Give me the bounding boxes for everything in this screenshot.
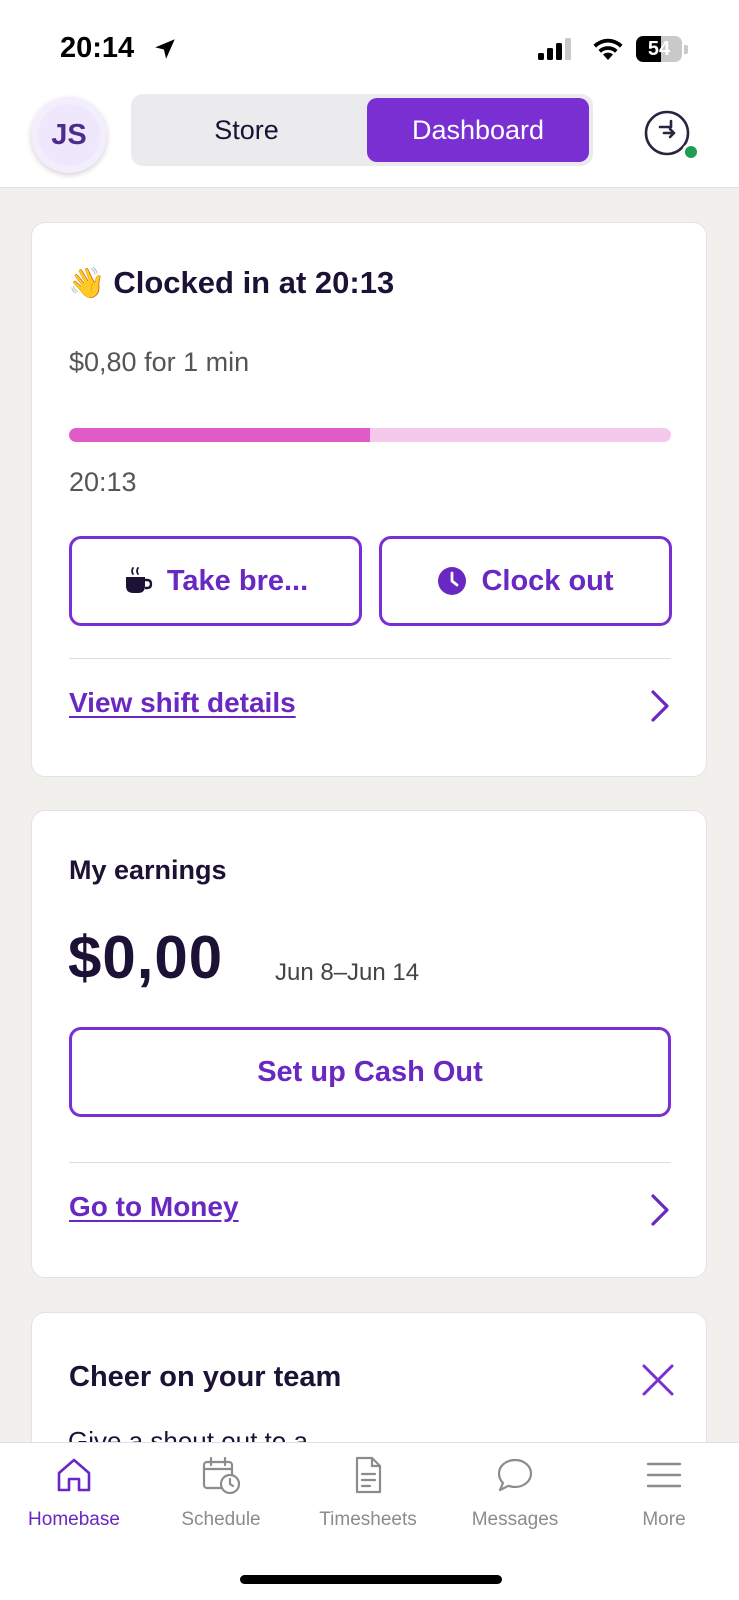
menu-icon: [646, 1462, 682, 1488]
header: 20:14 54 JS Store Dashboard: [0, 0, 739, 188]
battery-indicator: 54: [636, 36, 688, 62]
store-dashboard-switch: Store Dashboard: [131, 94, 593, 166]
nav-schedule-label: Schedule: [181, 1509, 261, 1530]
nav-messages[interactable]: Messages: [445, 1455, 585, 1545]
nav-timesheets[interactable]: Timesheets: [298, 1455, 438, 1545]
avatar[interactable]: JS: [31, 97, 107, 173]
set-up-cash-out-button[interactable]: Set up Cash Out: [69, 1027, 671, 1117]
home-icon: [57, 1458, 91, 1492]
location-arrow-icon: [155, 39, 175, 59]
home-indicator[interactable]: [240, 1575, 502, 1584]
online-status-dot: [682, 143, 700, 161]
take-break-button[interactable]: Take bre...: [69, 536, 362, 626]
clock-icon: [438, 567, 467, 595]
set-up-cash-out-label: Set up Cash Out: [257, 1055, 483, 1088]
cheer-title: Cheer on your team: [69, 1361, 342, 1393]
chat-bubble-icon: [497, 1458, 533, 1492]
document-icon: [355, 1456, 382, 1494]
earnings-date-range: Jun 8–Jun 14: [275, 959, 420, 986]
view-shift-details-row[interactable]: View shift details: [69, 687, 671, 727]
nav-more-label: More: [642, 1509, 686, 1530]
close-icon[interactable]: [641, 1363, 675, 1397]
battery-percent: 54: [647, 38, 671, 60]
avatar-initials: JS: [38, 104, 100, 166]
earnings-amount: $0,00: [68, 924, 224, 991]
chevron-right-icon: [651, 1194, 669, 1226]
waving-hand-icon: 👋: [68, 266, 106, 300]
divider: [69, 1162, 671, 1163]
take-break-label: Take bre...: [166, 564, 309, 597]
cellular-signal-icon: [538, 38, 571, 60]
divider: [69, 658, 671, 659]
shift-progress-fill: [69, 428, 370, 442]
clock-in-card: 👋 Clocked in at 20:13 $0,80 for 1 min 20…: [31, 222, 707, 777]
clock-out-label: Clock out: [481, 564, 614, 597]
status-time: 20:14: [60, 32, 135, 64]
chevron-right-icon: [651, 690, 669, 722]
nav-messages-label: Messages: [471, 1509, 559, 1530]
shift-start-time: 20:13: [69, 467, 137, 497]
shift-earnings-text: $0,80 for 1 min: [69, 347, 250, 377]
nav-timesheets-label: Timesheets: [319, 1509, 417, 1530]
wifi-icon: [593, 38, 623, 60]
shift-progress-bar: [69, 428, 671, 442]
nav-homebase[interactable]: Homebase: [4, 1455, 144, 1545]
clock-in-title: Clocked in at 20:13: [113, 265, 395, 300]
cheer-description: Give a shout out to a: [68, 1426, 308, 1442]
calendar-clock-icon: [202, 1456, 241, 1495]
coffee-cup-icon: [125, 567, 153, 593]
nav-more[interactable]: More: [594, 1455, 734, 1545]
tab-dashboard[interactable]: Dashboard: [367, 98, 589, 162]
go-to-money-link[interactable]: Go to Money: [69, 1191, 239, 1223]
earnings-title: My earnings: [69, 855, 227, 885]
earnings-card: My earnings $0,00 Jun 8–Jun 14 Set up Ca…: [31, 810, 707, 1278]
nav-schedule[interactable]: Schedule: [151, 1455, 291, 1545]
nav-homebase-label: Homebase: [28, 1509, 120, 1530]
clock-out-button[interactable]: Clock out: [379, 536, 672, 626]
go-to-money-row[interactable]: Go to Money: [69, 1191, 671, 1231]
view-shift-details-link[interactable]: View shift details: [69, 687, 296, 719]
tab-store[interactable]: Store: [131, 94, 362, 166]
